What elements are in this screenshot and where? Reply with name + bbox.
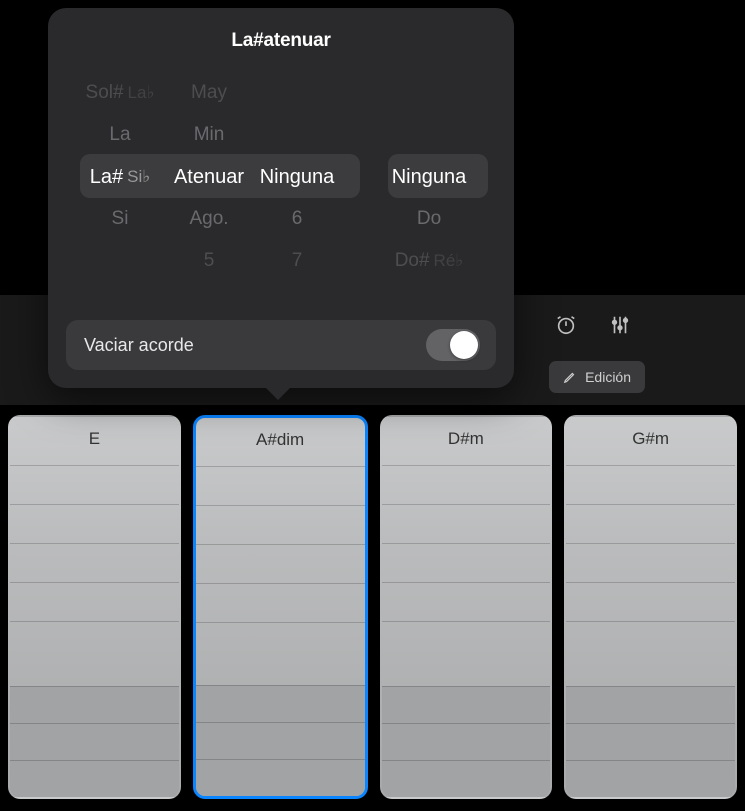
- chord-strip-e[interactable]: E: [8, 415, 181, 799]
- chord-strip-a-sharp-dim[interactable]: A#dim: [193, 415, 368, 799]
- pencil-icon: [563, 370, 577, 384]
- clear-chord-label: Vaciar acorde: [84, 335, 194, 356]
- chord-label: E: [10, 429, 179, 449]
- sliders-icon[interactable]: [608, 313, 632, 337]
- bass-picker[interactable]: Ninguna Do Do#Ré♭: [374, 72, 484, 282]
- chord-label: D#m: [382, 429, 551, 449]
- chord-strips: E A#dim D#m G#m: [0, 415, 745, 811]
- tempo-icon[interactable]: [554, 313, 578, 337]
- picker-row: Sol#La♭ La La#Si♭ Si May Min Atenuar Ago…: [74, 72, 488, 282]
- quality-picker[interactable]: May Min Atenuar Ago. 5: [166, 72, 252, 282]
- extension-picker[interactable]: Ninguna 6 7: [252, 72, 342, 282]
- edit-button[interactable]: Edición: [549, 361, 645, 393]
- chord-strip-g-sharp-m[interactable]: G#m: [564, 415, 737, 799]
- chord-strip-d-sharp-m[interactable]: D#m: [380, 415, 553, 799]
- popover-title: La#atenuar: [74, 30, 488, 52]
- chord-editor-popover: La#atenuar Sol#La♭ La La#Si♭ Si May Min …: [48, 8, 514, 388]
- edit-label: Edición: [585, 369, 631, 385]
- switch-knob: [450, 331, 478, 359]
- clear-chord-toggle[interactable]: [426, 329, 480, 361]
- root-picker[interactable]: Sol#La♭ La La#Si♭ Si: [74, 72, 166, 282]
- chord-label: G#m: [566, 429, 735, 449]
- chord-label: A#dim: [196, 430, 365, 450]
- clear-chord-row: Vaciar acorde: [66, 320, 496, 370]
